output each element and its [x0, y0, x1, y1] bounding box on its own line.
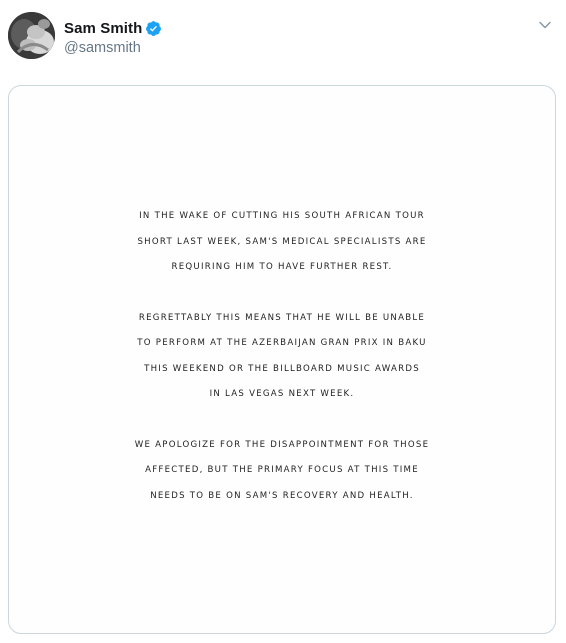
- statement-text: IN THE WAKE OF CUTTING HIS SOUTH AFRICAN…: [9, 204, 555, 509]
- tweet-media-card[interactable]: IN THE WAKE OF CUTTING HIS SOUTH AFRICAN…: [8, 85, 556, 634]
- tweet-author: Sam Smith @samsmith: [64, 18, 162, 56]
- statement-line: AFFECTED, BUT THE PRIMARY FOCUS AT THIS …: [145, 465, 419, 475]
- statement-line: REQUIRING HIM TO HAVE FURTHER REST.: [171, 262, 393, 272]
- statement-paragraph: IN THE WAKE OF CUTTING HIS SOUTH AFRICAN…: [9, 204, 555, 281]
- statement-paragraph: WE APOLOGIZE FOR THE DISAPPOINTMENT FOR …: [9, 433, 555, 510]
- statement-line: IN THE WAKE OF CUTTING HIS SOUTH AFRICAN…: [139, 211, 425, 221]
- name-row: Sam Smith: [64, 18, 162, 38]
- avatar[interactable]: [8, 12, 55, 59]
- chevron-down-icon[interactable]: [538, 18, 552, 32]
- statement-line: IN LAS VEGAS NEXT WEEK.: [209, 389, 355, 399]
- handle[interactable]: @samsmith: [64, 40, 162, 56]
- tweet-header: Sam Smith @samsmith: [8, 12, 558, 62]
- statement-paragraph: REGRETTABLY THIS MEANS THAT HE WILL BE U…: [9, 306, 555, 408]
- statement-line: TO PERFORM AT THE AZERBAIJAN GRAN PRIX I…: [137, 338, 427, 348]
- statement-line: SHORT LAST WEEK, SAM'S MEDICAL SPECIALIS…: [137, 236, 427, 247]
- display-name[interactable]: Sam Smith: [64, 20, 142, 37]
- verified-badge-icon: [145, 20, 162, 37]
- statement-line: REGRETTABLY THIS MEANS THAT HE WILL BE U…: [138, 312, 426, 323]
- statement-line: NEEDS TO BE ON SAM'S RECOVERY AND HEALTH…: [150, 490, 414, 501]
- avatar-photo: [8, 12, 55, 59]
- statement-line: WE APOLOGIZE FOR THE DISAPPOINTMENT FOR …: [134, 439, 430, 450]
- statement-line: THIS WEEKEND OR THE BILLBOARD MUSIC AWAR…: [144, 363, 420, 374]
